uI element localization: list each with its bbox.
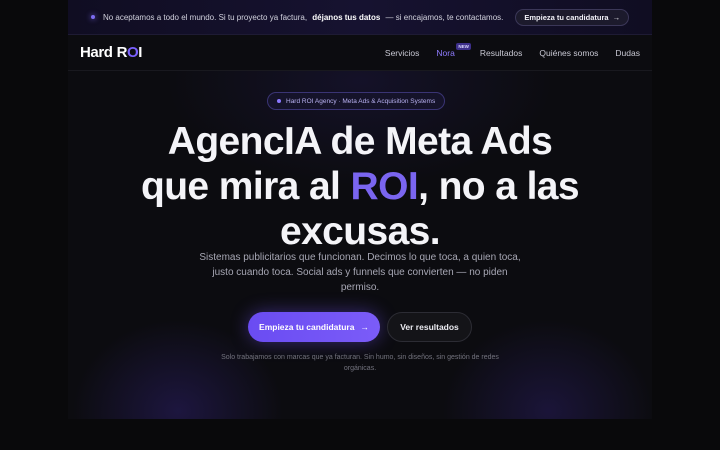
announcement-bar: No aceptamos a todo el mundo. Si tu proy… (68, 0, 652, 35)
arrow-right-icon: → (360, 322, 369, 332)
announcement-cta-label: Empieza tu candidatura (524, 12, 609, 22)
hero-section: Hard ROI Agency · Meta Ads & Acquisition… (68, 71, 652, 419)
nav-link-resultados[interactable]: Resultados (480, 48, 523, 58)
apply-button[interactable]: Empieza tu candidatura → (248, 312, 380, 342)
headline-accent: ROI (350, 165, 419, 208)
results-button-label: Ver resultados (400, 322, 459, 332)
announcement-text: No aceptamos a todo el mundo. Si tu proy… (103, 13, 503, 22)
headline-line-3: excusas. (280, 210, 441, 253)
nav-link-servicios[interactable]: Servicios (385, 48, 419, 58)
announcement-text-end: — si encajamos, te contactamos. (385, 12, 504, 22)
nav-link-quienes-somos[interactable]: Quiénes somos (539, 48, 598, 58)
nav-link-nora-label: Nora (436, 47, 455, 58)
hero-subtitle: Sistemas publicitarios que funcionan. De… (199, 252, 521, 293)
headline-line-1: AgencIA de Meta Ads (167, 120, 553, 163)
logo-i: I (138, 44, 143, 61)
dot-icon (90, 15, 95, 19)
logo[interactable]: Hard R O I (80, 44, 142, 61)
logo-hard: Hard (80, 44, 113, 61)
apply-button-label: Empieza tu candidatura (259, 322, 355, 332)
announcement-text-bold: déjanos tus datos (312, 12, 381, 22)
new-badge: NEW (456, 42, 471, 50)
dot-icon (277, 99, 281, 103)
announcement-cta-button[interactable]: Empieza tu candidatura → (515, 8, 630, 26)
nav-link-dudas[interactable]: Dudas (615, 48, 640, 58)
headline-line-2-start: que mira al (140, 165, 341, 208)
headline-line-2-end: , no a las (418, 165, 580, 208)
logo-r: R (116, 44, 128, 61)
nav-link-nora[interactable]: Nora NEW (436, 42, 471, 58)
arrow-right-icon: → (612, 12, 621, 22)
hero-note: Solo trabajamos con marcas que ya factur… (221, 354, 499, 372)
hero-headline: AgencIA de Meta Ads que mira al ROI, no … (68, 119, 652, 254)
agency-pill-label: Hard ROI Agency · Meta Ads & Acquisition… (286, 97, 436, 105)
announcement-text-start: No aceptamos a todo el mundo. Si tu proy… (102, 12, 308, 22)
nav-links: Servicios Nora NEW Resultados Quiénes so… (385, 42, 640, 58)
results-button[interactable]: Ver resultados (387, 312, 472, 342)
navbar: Hard R O I Servicios Nora NEW Resultados… (68, 35, 652, 71)
agency-pill: Hard ROI Agency · Meta Ads & Acquisition… (267, 92, 446, 110)
logo-o: O (127, 44, 139, 61)
